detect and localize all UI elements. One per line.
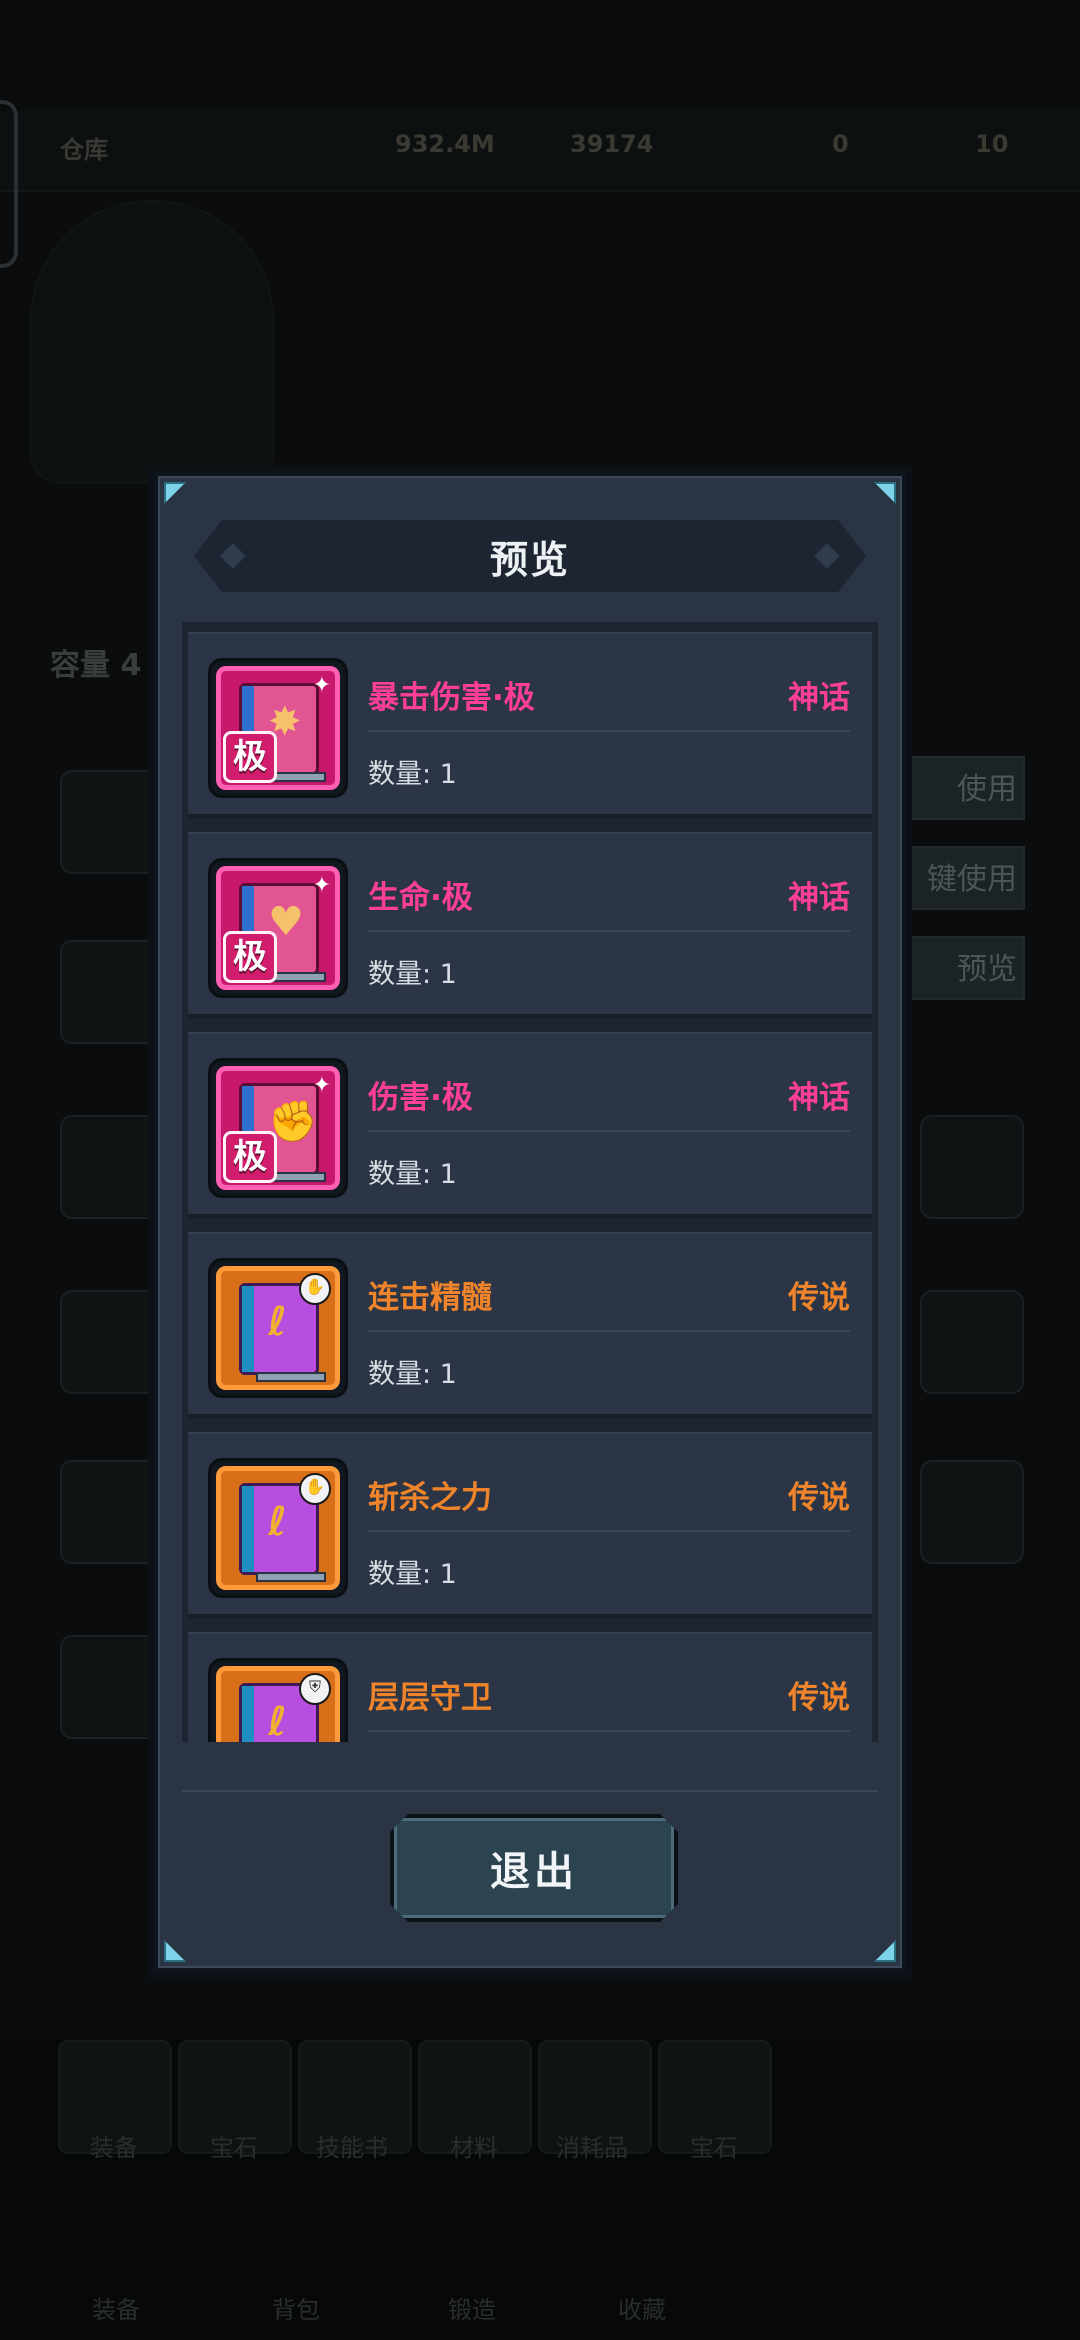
item-name: 斩杀之力 — [368, 1480, 492, 1516]
inventory-cell[interactable] — [920, 1290, 1024, 1394]
left-edge-tab — [0, 100, 18, 268]
item-name: 暴击伤害·极 — [368, 680, 535, 716]
item-rarity: 神话 — [788, 880, 850, 916]
dialog-title: 预览 — [489, 537, 570, 582]
divider — [368, 1130, 850, 1132]
item-rarity: 神话 — [788, 1080, 850, 1116]
top-resource-bar — [0, 110, 1080, 192]
preview-button[interactable]: 预览 — [895, 936, 1025, 1000]
execute-rune-icon: ℓ — [268, 1499, 287, 1545]
book-icon: ✸ ✦ 极 — [216, 666, 340, 790]
exit-button-label: 退出 — [490, 1849, 578, 1895]
inventory-cell[interactable] — [60, 770, 164, 874]
shield-badge-icon: ⛨ — [299, 1673, 331, 1705]
book-icon: ✊ ✦ 极 — [216, 1066, 340, 1190]
item-quantity: 数量: 1 — [368, 959, 457, 990]
reward-list[interactable]: ✸ ✦ 极 暴击伤害·极 神话 数量: 1 ♥ ✦ 极 生命·极 神话 数量: … — [182, 622, 878, 1742]
divider — [368, 1730, 850, 1732]
capacity-label: 容量 4 — [50, 648, 142, 683]
tab-label: 材料 — [450, 2134, 498, 2162]
item-rarity: 传说 — [788, 1280, 850, 1316]
nav-label[interactable]: 收藏 — [618, 2290, 666, 2325]
tab-label: 消耗品 — [556, 2134, 628, 2162]
item-icon-frame: ♥ ✦ 极 — [208, 858, 348, 998]
claw-badge-icon: ✋ — [299, 1473, 331, 1505]
sparkle-icon: ✦ — [312, 873, 331, 898]
corner-ornament — [874, 482, 896, 504]
inventory-cell[interactable] — [60, 1115, 164, 1219]
item-icon-frame: ℓ ⛨ — [208, 1658, 348, 1742]
sparkle-icon: ✦ — [312, 1073, 331, 1098]
inventory-cell[interactable] — [60, 1635, 164, 1739]
inventory-cell[interactable] — [920, 1115, 1024, 1219]
tier-ji-badge: 极 — [223, 931, 277, 983]
preview-dialog: 预览 ✸ ✦ 极 暴击伤害·极 神话 数量: 1 ♥ ✦ 极 生命·极 神话 数… — [154, 472, 906, 1972]
item-name: 伤害·极 — [368, 1080, 473, 1116]
resource-4-amount: 10 — [975, 130, 1009, 158]
inventory-cell[interactable] — [60, 940, 164, 1044]
item-rarity: 神话 — [788, 680, 850, 716]
list-item: ✊ ✦ 极 伤害·极 神话 数量: 1 — [188, 1032, 872, 1218]
item-name: 生命·极 — [368, 880, 473, 916]
combo-rune-icon: ℓ — [268, 1299, 287, 1345]
item-icon-frame: ℓ ✋ — [208, 1458, 348, 1598]
guard-rune-icon: ℓ — [268, 1699, 287, 1742]
item-rarity: 传说 — [788, 1680, 850, 1716]
book-icon: ℓ ⛨ — [216, 1666, 340, 1742]
item-name: 层层守卫 — [368, 1680, 492, 1716]
tier-ji-badge: 极 — [223, 1131, 277, 1183]
item-quantity: 数量: 1 — [368, 1159, 457, 1190]
nav-label[interactable]: 装备 — [92, 2290, 140, 2325]
divider — [368, 730, 850, 732]
divider — [368, 1330, 850, 1332]
item-name: 连击精髓 — [368, 1280, 492, 1316]
diamond-ornament-icon — [814, 543, 839, 568]
hero-portrait — [30, 200, 274, 484]
item-icon-frame: ✊ ✦ 极 — [208, 1058, 348, 1198]
list-item: ✸ ✦ 极 暴击伤害·极 神话 数量: 1 — [188, 632, 872, 818]
dialog-title-bar: 预览 — [194, 520, 866, 592]
nav-label[interactable]: 锻造 — [448, 2290, 496, 2325]
item-icon-frame: ℓ ✋ — [208, 1258, 348, 1398]
corner-ornament — [874, 1940, 896, 1962]
divider — [368, 930, 850, 932]
diamond-ornament-icon — [220, 543, 245, 568]
tab-label: 宝石 — [690, 2134, 738, 2162]
exit-button[interactable]: 退出 — [390, 1814, 678, 1922]
item-quantity: 数量: 1 — [368, 1559, 457, 1590]
tab-label: 技能书 — [316, 2134, 388, 2162]
gold-amount: 932.4M — [395, 130, 495, 158]
resource-3-amount: 0 — [832, 130, 849, 158]
item-rarity: 传说 — [788, 1480, 850, 1516]
list-item: ♥ ✦ 极 生命·极 神话 数量: 1 — [188, 832, 872, 1018]
tier-ji-badge: 极 — [223, 731, 277, 783]
sparkle-icon: ✦ — [312, 673, 331, 698]
list-item: ℓ ⛨ 层层守卫 传说 — [188, 1632, 872, 1742]
divider — [368, 1530, 850, 1532]
bottom-nav: 装备 宝石 技能书 材料 消耗品 宝石 装备 背包 锻造 收藏 — [0, 2040, 1080, 2340]
corner-ornament — [164, 482, 186, 504]
nav-label[interactable]: 背包 — [272, 2290, 320, 2325]
tab-label: 装备 — [90, 2134, 138, 2162]
item-quantity: 数量: 1 — [368, 1359, 457, 1390]
use-button[interactable]: 使用 — [895, 756, 1025, 820]
book-icon: ℓ ✋ — [216, 1266, 340, 1390]
inventory-cell[interactable] — [920, 1460, 1024, 1564]
inventory-cell[interactable] — [60, 1290, 164, 1394]
inventory-cell[interactable] — [60, 1460, 164, 1564]
gem-amount: 39174 — [570, 130, 654, 158]
tab-label: 宝石 — [210, 2134, 258, 2162]
list-item: ℓ ✋ 连击精髓 传说 数量: 1 — [188, 1232, 872, 1418]
claw-badge-icon: ✋ — [299, 1273, 331, 1305]
book-icon: ℓ ✋ — [216, 1466, 340, 1590]
item-icon-frame: ✸ ✦ 极 — [208, 658, 348, 798]
item-quantity: 数量: 1 — [368, 759, 457, 790]
book-icon: ♥ ✦ 极 — [216, 866, 340, 990]
warehouse-title: 仓库 — [60, 136, 108, 164]
list-item: ℓ ✋ 斩杀之力 传说 数量: 1 — [188, 1432, 872, 1618]
corner-ornament — [164, 1940, 186, 1962]
divider — [182, 1790, 878, 1792]
use-all-button[interactable]: 键使用 — [895, 846, 1025, 910]
